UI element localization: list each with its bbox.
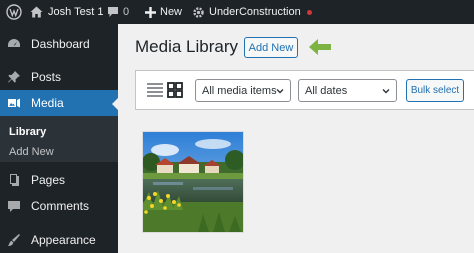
pin-icon: [6, 69, 22, 85]
sidebar-item-label: Appearance: [31, 233, 96, 247]
new-label: New: [160, 6, 183, 18]
comments-link[interactable]: 0: [107, 0, 129, 24]
plus-icon: [145, 6, 156, 18]
under-construction-label: UnderConstruction: [209, 6, 301, 18]
current-menu-arrow: [112, 97, 119, 111]
new-content-link[interactable]: New: [145, 0, 182, 24]
sidebar-item-dashboard[interactable]: Dashboard: [0, 31, 118, 57]
pages-icon: [6, 172, 22, 188]
admin-sidebar: Dashboard Posts Media Library Add New Pa…: [0, 24, 119, 253]
chevron-down-icon: [382, 89, 390, 94]
attachment-thumbnail[interactable]: [142, 131, 244, 233]
callout-arrow-icon: [309, 39, 331, 55]
sidebar-item-appearance[interactable]: Appearance: [0, 227, 118, 253]
under-construction-link[interactable]: UnderConstruction: [192, 0, 312, 24]
submenu-item-add-new[interactable]: Add New: [9, 146, 54, 158]
bulk-select-button[interactable]: Bulk select: [406, 79, 464, 102]
sidebar-item-label: Comments: [31, 199, 90, 213]
paintbrush-icon: [6, 232, 22, 248]
sidebar-item-label: Posts: [31, 70, 62, 84]
add-new-button[interactable]: Add New: [244, 37, 298, 58]
sidebar-item-comments[interactable]: Comments: [0, 193, 118, 219]
sidebar-item-label: Media: [31, 96, 64, 110]
media-type-filter-value: All media items: [202, 84, 277, 97]
media-submenu: Library Add New: [0, 116, 118, 162]
date-filter[interactable]: All dates: [298, 79, 397, 102]
sidebar-item-posts[interactable]: Posts: [0, 64, 118, 90]
media-type-filter[interactable]: All media items: [195, 79, 291, 102]
dashboard-icon: [6, 36, 22, 52]
media-icon: [6, 95, 22, 111]
home-icon: [30, 6, 43, 18]
sidebar-item-label: Dashboard: [31, 37, 90, 51]
comment-icon: [6, 198, 22, 214]
sidebar-item-media[interactable]: Media: [0, 90, 119, 116]
page-title: Media Library: [135, 37, 238, 56]
village-pond-image: [143, 132, 243, 232]
comment-icon: [108, 7, 118, 17]
grid-view-icon[interactable]: [167, 82, 183, 98]
status-dot: [306, 9, 312, 15]
wordpress-logo-icon[interactable]: [4, 0, 24, 24]
site-name-link[interactable]: Josh Test 1: [30, 0, 103, 24]
sidebar-item-pages[interactable]: Pages: [0, 167, 118, 193]
date-filter-value: All dates: [305, 84, 348, 97]
sidebar-item-label: Pages: [31, 173, 66, 187]
chevron-down-icon: [276, 89, 284, 94]
comments-count: 0: [123, 6, 130, 18]
site-name-label: Josh Test 1: [48, 6, 104, 18]
admin-bar: Josh Test 1 0 New UnderConstruction: [0, 0, 474, 24]
submenu-item-library[interactable]: Library: [9, 126, 46, 138]
list-view-icon[interactable]: [147, 83, 163, 97]
gear-icon: [193, 6, 204, 18]
